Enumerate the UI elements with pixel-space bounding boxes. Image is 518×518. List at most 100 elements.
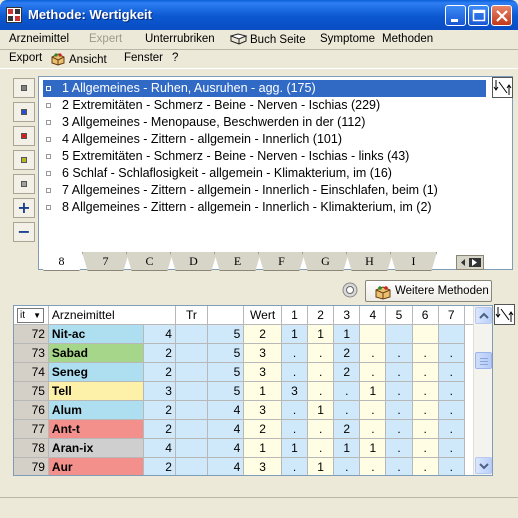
header-col-4[interactable]: 4 <box>359 306 387 325</box>
tab-e[interactable]: E <box>214 252 261 271</box>
tab-7[interactable]: 7 <box>82 252 129 271</box>
mark-blue-button[interactable] <box>13 102 35 122</box>
symptom-grade-cell: 1 <box>307 457 335 475</box>
grid-selector[interactable]: it ▼ <box>14 306 49 325</box>
mark-olive-button[interactable] <box>13 150 35 170</box>
symptom-grade-cell: . <box>437 419 465 439</box>
symptom-grade-cell: . <box>307 419 335 439</box>
maximize-button[interactable] <box>468 5 489 26</box>
header-col-3[interactable]: 3 <box>333 306 361 325</box>
header-col-7[interactable]: 7 <box>437 306 465 325</box>
table-row[interactable]: 76 Alum 2 4 3. 1..... <box>14 400 491 420</box>
tab-i[interactable]: I <box>390 252 437 271</box>
header-col-2[interactable]: 2 <box>307 306 335 325</box>
symptom-item[interactable]: 5 Extremitäten - Schmerz - Beine - Nerve… <box>43 148 486 165</box>
symptom-label: 5 Extremitäten - Schmerz - Beine - Nerve… <box>62 149 410 163</box>
sort-toggle-button[interactable] <box>492 77 513 98</box>
mark-gray-button[interactable] <box>13 78 35 98</box>
symptom-item[interactable]: 8 Allgemeines - Zittern - allgemein - In… <box>43 199 486 216</box>
grid-scrollbar[interactable] <box>473 306 492 475</box>
symptom-item[interactable]: 3 Allgemeines - Menopause, Beschwerden i… <box>43 114 486 131</box>
scroll-thumb[interactable] <box>475 352 492 369</box>
symptom-grade-cell: . <box>411 457 439 475</box>
selector-dropdown[interactable]: it ▼ <box>17 308 44 323</box>
tab-f[interactable]: F <box>258 252 305 271</box>
symptom-grade-cell: . <box>333 400 361 420</box>
table-row[interactable]: 79 Aur 2 4 3. 1..... <box>14 457 491 475</box>
scroll-up-button[interactable] <box>475 307 492 324</box>
symptom-item[interactable]: 2 Extremitäten - Schmerz - Beine - Nerve… <box>43 97 486 114</box>
menu-export[interactable]: Export <box>9 52 42 64</box>
symptom-item[interactable]: 6 Schlaf - Schlaflosigkeit - allgemein -… <box>43 165 486 182</box>
mark-red-button[interactable] <box>13 126 35 146</box>
symptom-item[interactable]: 7 Allgemeines - Zittern - allgemein - In… <box>43 182 486 199</box>
tab-c[interactable]: C <box>126 252 173 271</box>
wert-value: 5 <box>206 381 245 401</box>
menu-ansicht[interactable]: Ansicht <box>50 52 107 66</box>
menu-methoden[interactable]: Methoden <box>382 33 433 45</box>
scroll-down-button[interactable] <box>475 457 492 474</box>
menu-arzneimittel[interactable]: Arzneimittel <box>9 33 69 45</box>
table-row[interactable]: 78 Aran-ix 4 4 1 1. 1 1... <box>14 438 491 458</box>
table-row[interactable]: 75 Tell 3 5 1 3.. 1... <box>14 381 491 401</box>
symptom-grade-cell: 1 <box>359 438 387 458</box>
symptom-grade-cell: . <box>437 381 465 401</box>
header-col-5[interactable]: 5 <box>385 306 413 325</box>
chevron-up-icon <box>479 312 489 319</box>
bullet-icon <box>46 137 51 142</box>
grid-sort-toggle-button[interactable] <box>494 304 515 325</box>
remedy-name: Nit-ac <box>47 324 145 344</box>
window-title: Methode: Wertigkeit <box>28 7 152 22</box>
row-number: 74 <box>14 362 49 382</box>
weitere-methoden-button[interactable]: Weitere Methoden <box>365 280 492 302</box>
tab-d[interactable]: D <box>170 252 217 271</box>
symptom-grade-cell: 1 <box>333 438 361 458</box>
menu-help[interactable]: ? <box>172 52 178 64</box>
menu-unterrubriken[interactable]: Unterrubriken <box>145 33 215 45</box>
menu-fenster[interactable]: Fenster <box>124 52 163 64</box>
symptom-grade-cell: . <box>385 419 413 439</box>
symptom-grade-cell: 1 <box>243 381 282 401</box>
tab-scroll-button[interactable] <box>456 255 484 270</box>
symptom-grade-cell: 1 <box>307 400 335 420</box>
minimize-button[interactable] <box>445 5 466 26</box>
header-arzneimittel[interactable]: Arzneimittel <box>47 306 176 325</box>
sort-arrows-icon <box>495 307 514 322</box>
header-col-6[interactable]: 6 <box>411 306 439 325</box>
table-row[interactable]: 77 Ant-t 2 4 2.. 2.... <box>14 419 491 439</box>
symptom-grade-cell <box>385 324 413 344</box>
mark-silver-button[interactable] <box>13 174 35 194</box>
symptom-grade-cell <box>359 324 387 344</box>
menu-expert[interactable]: Expert <box>89 33 122 45</box>
settings-icon[interactable] <box>342 282 358 298</box>
bullet-icon <box>46 86 51 91</box>
minus-icon: − <box>17 222 31 241</box>
symptom-grade-cell: . <box>437 400 465 420</box>
symptom-grade-cell: . <box>385 457 413 475</box>
table-row[interactable]: 72 Nit-ac 4 5 2 1 1 1 <box>14 324 491 344</box>
header-wert[interactable]: Wert <box>243 306 282 325</box>
menu-buch-seite[interactable]: Buch Seite <box>230 33 306 46</box>
symptom-label: 2 Extremitäten - Schmerz - Beine - Nerve… <box>62 98 381 112</box>
tab-g[interactable]: G <box>302 252 349 271</box>
tab-h[interactable]: H <box>346 252 393 271</box>
close-button[interactable] <box>491 5 512 26</box>
symptom-grade-cell: . <box>437 438 465 458</box>
symptom-grade-cell: . <box>411 438 439 458</box>
tr-value: 2 <box>143 457 176 475</box>
minus-button[interactable]: − <box>13 222 35 242</box>
symptom-item[interactable]: 4 Allgemeines - Zittern - allgemein - In… <box>43 131 486 148</box>
table-row[interactable]: 73 Sabad 2 5 3.. 2.... <box>14 343 491 363</box>
tab-8[interactable]: 8 <box>38 252 85 271</box>
symptom-item[interactable]: 1 Allgemeines - Ruhen, Ausruhen - agg. (… <box>43 80 486 97</box>
app-icon <box>6 7 22 23</box>
symptom-label: 7 Allgemeines - Zittern - allgemein - In… <box>62 183 438 197</box>
table-row[interactable]: 74 Seneg 2 5 3.. 2.... <box>14 362 491 382</box>
empty-cell <box>174 343 208 363</box>
menu-symptome[interactable]: Symptome <box>320 33 375 45</box>
plus-button[interactable]: + <box>13 198 35 218</box>
minimize-icon <box>451 19 458 22</box>
symptom-grade-cell: 1 <box>280 324 309 344</box>
header-tr[interactable]: Tr <box>174 306 208 325</box>
header-col-1[interactable]: 1 <box>280 306 309 325</box>
